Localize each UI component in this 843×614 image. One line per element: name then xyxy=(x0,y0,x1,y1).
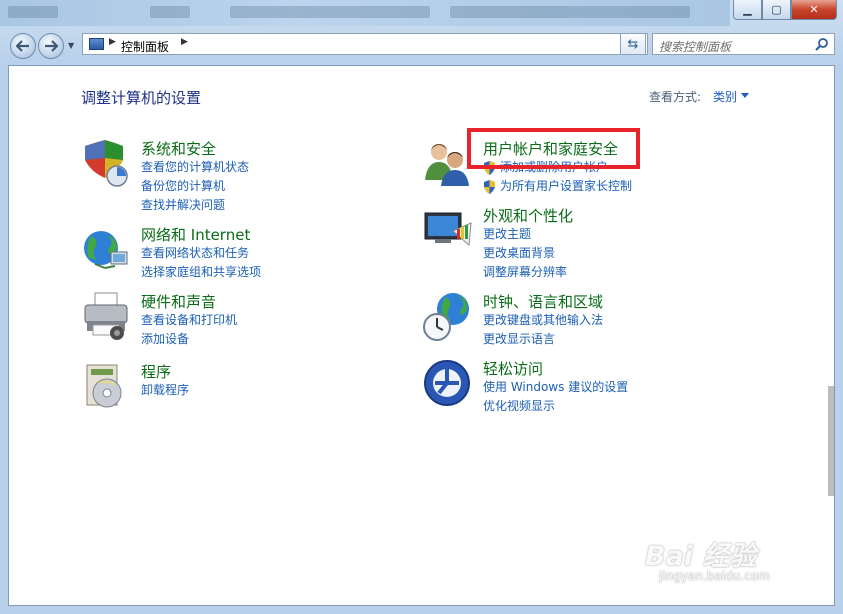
link-change-theme[interactable]: 更改主题 xyxy=(483,225,567,244)
link-screen-resolution[interactable]: 调整屏幕分辨率 xyxy=(483,263,567,282)
category-title[interactable]: 网络和 Internet xyxy=(141,224,250,245)
breadcrumb-control-panel[interactable]: 控制面板 xyxy=(121,38,169,55)
link-parental-controls[interactable]: 为所有用户设置家长控制 xyxy=(483,177,632,196)
link-backup-computer[interactable]: 备份您的计算机 xyxy=(141,177,249,196)
link-devices-printers[interactable]: 查看设备和打印机 xyxy=(141,311,237,330)
category-title[interactable]: 硬件和声音 xyxy=(141,291,216,312)
link-homegroup-sharing[interactable]: 选择家庭组和共享选项 xyxy=(141,263,261,282)
page-title: 调整计算机的设置 xyxy=(81,89,202,107)
view-by-label: 查看方式: xyxy=(649,90,702,104)
link-change-keyboard[interactable]: 更改键盘或其他输入法 xyxy=(483,311,603,330)
watermark-logo: Bai 经验 xyxy=(645,541,757,572)
breadcrumb-separator[interactable]: ▶ xyxy=(181,37,188,47)
navigation-bar: ▼ ▶ 控制面板 ▶ ▼ ⇆ 搜索控制面板 xyxy=(8,32,835,59)
close-button[interactable]: ✕ xyxy=(791,0,837,20)
blurred-taskbar-item xyxy=(150,6,190,18)
forward-button[interactable] xyxy=(38,33,64,59)
users-icon[interactable] xyxy=(423,138,473,188)
link-troubleshoot[interactable]: 查找并解决问题 xyxy=(141,196,249,215)
address-bar[interactable]: ▶ 控制面板 ▶ ▼ xyxy=(82,33,648,55)
link-uninstall-program[interactable]: 卸载程序 xyxy=(141,381,189,400)
caption-buttons: ▁ ▢ ✕ xyxy=(733,0,837,20)
breadcrumb-separator[interactable]: ▶ xyxy=(109,37,116,47)
link-check-computer-status[interactable]: 查看您的计算机状态 xyxy=(141,158,249,177)
category-title[interactable]: 外观和个性化 xyxy=(483,205,573,226)
uac-shield-icon xyxy=(484,180,495,194)
blurred-taskbar-item xyxy=(8,6,58,18)
link-change-background[interactable]: 更改桌面背景 xyxy=(483,244,567,263)
category-title[interactable]: 轻松访问 xyxy=(483,358,543,379)
link-network-status[interactable]: 查看网络状态和任务 xyxy=(141,244,261,263)
view-by-dropdown[interactable]: 类别 xyxy=(713,88,737,105)
chevron-down-icon[interactable] xyxy=(741,93,749,98)
clock-globe-icon[interactable] xyxy=(423,291,473,341)
monitor-palette-icon[interactable] xyxy=(423,205,473,255)
ease-of-access-icon[interactable] xyxy=(423,358,473,408)
printer-icon[interactable] xyxy=(81,291,131,341)
search-placeholder: 搜索控制面板 xyxy=(659,40,732,54)
control-panel-icon xyxy=(89,38,104,50)
back-button[interactable] xyxy=(10,33,36,59)
arrow-right-icon xyxy=(45,40,58,52)
link-change-display-language[interactable]: 更改显示语言 xyxy=(483,330,603,349)
search-input[interactable]: 搜索控制面板 xyxy=(652,33,835,55)
maximize-button[interactable]: ▢ xyxy=(762,0,791,20)
link-add-device[interactable]: 添加设备 xyxy=(141,330,237,349)
category-title[interactable]: 程序 xyxy=(141,361,171,382)
control-panel-window: ▁ ▢ ✕ ▼ ▶ 控制面板 ▶ ▼ ⇆ 搜索控制面板 调整计算机的设置 查看方… xyxy=(0,0,843,614)
refresh-icon: ⇆ xyxy=(627,36,639,52)
system-security-icon[interactable] xyxy=(81,138,131,188)
network-globe-icon[interactable] xyxy=(81,224,131,274)
watermark-url: jingyan.baidu.com xyxy=(659,569,770,583)
link-optimize-video[interactable]: 优化视频显示 xyxy=(483,397,628,416)
recent-pages-dropdown[interactable]: ▼ xyxy=(68,41,74,50)
scrollbar-edge[interactable] xyxy=(828,386,834,496)
blurred-taskbar-item xyxy=(450,6,690,18)
title-bar xyxy=(0,0,730,26)
highlight-box xyxy=(467,128,640,169)
baidu-watermark: Bai 经验 jingyan.baidu.com xyxy=(645,534,770,583)
content-pane: 调整计算机的设置 查看方式: 类别 系统和安全 查看您的计算机状态 备份您的计算… xyxy=(8,65,835,606)
category-title[interactable]: 时钟、语言和区域 xyxy=(483,291,603,312)
link-label: 为所有用户设置家长控制 xyxy=(500,179,633,193)
search-icon[interactable] xyxy=(815,37,829,51)
minimize-button[interactable]: ▁ xyxy=(733,0,762,20)
blurred-taskbar-item xyxy=(230,6,430,18)
programs-icon[interactable] xyxy=(81,361,131,411)
arrow-left-icon xyxy=(16,40,29,52)
refresh-button[interactable]: ⇆ xyxy=(620,33,646,55)
category-title[interactable]: 系统和安全 xyxy=(141,138,216,159)
link-windows-recommended-settings[interactable]: 使用 Windows 建议的设置 xyxy=(483,378,628,397)
